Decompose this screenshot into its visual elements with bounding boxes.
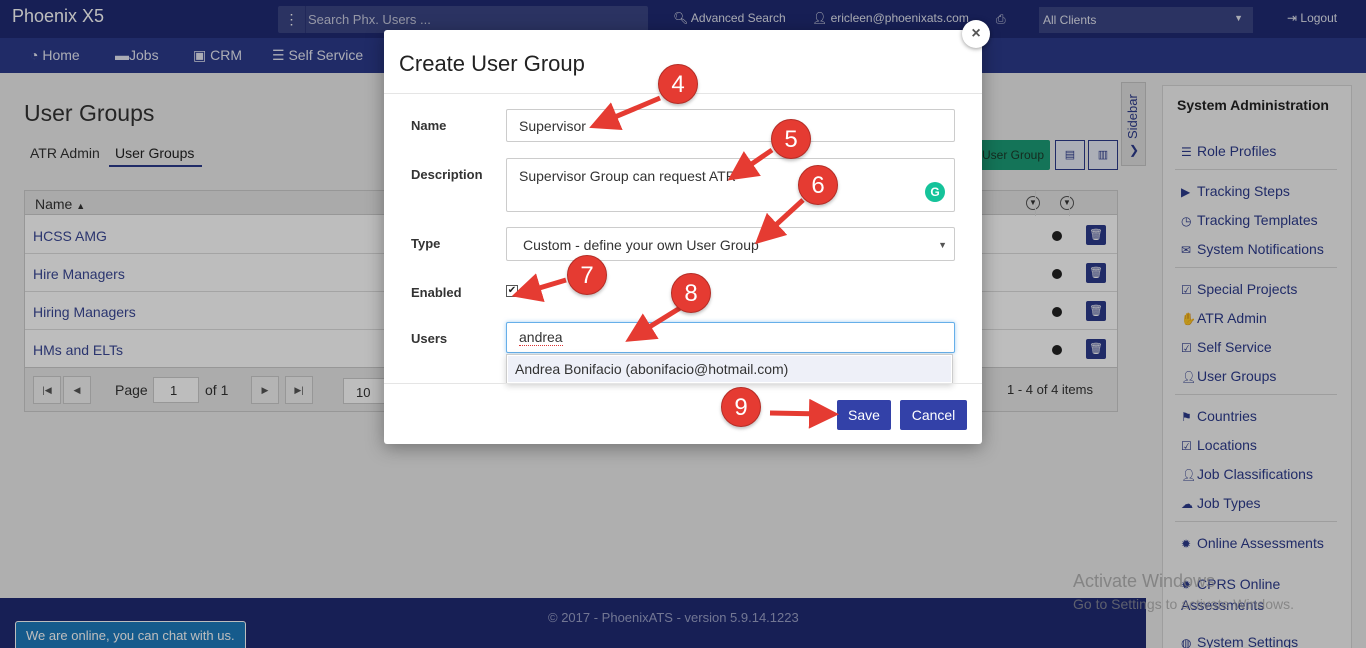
save-button[interactable]: Save	[837, 400, 891, 430]
grammarly-icon[interactable]: G	[925, 182, 945, 202]
users-label: Users	[411, 331, 448, 346]
name-label: Name	[411, 118, 447, 133]
description-field[interactable]: Supervisor Group can request ATR	[506, 158, 955, 212]
step-marker-8: 8	[671, 273, 711, 313]
cancel-button[interactable]: Cancel	[900, 400, 967, 430]
users-input[interactable]: andrea	[506, 322, 955, 353]
step-marker-5: 5	[771, 119, 811, 159]
step-marker-4: 4	[658, 64, 698, 104]
close-icon[interactable]: ×	[962, 20, 990, 48]
name-field[interactable]: Supervisor	[506, 109, 955, 142]
type-select[interactable]: Custom - define your own User Group ▼	[506, 227, 955, 261]
enabled-label: Enabled	[411, 285, 462, 300]
description-label: Description	[411, 167, 483, 182]
autocomplete-option[interactable]: Andrea Bonifacio (abonifacio@hotmail.com…	[508, 356, 951, 382]
step-marker-9: 9	[721, 387, 761, 427]
type-label: Type	[411, 236, 441, 251]
chevron-down-icon: ▼	[938, 240, 947, 250]
users-autocomplete: Andrea Bonifacio (abonifacio@hotmail.com…	[506, 354, 953, 384]
dialog-title: Create User Group	[399, 51, 585, 76]
step-marker-7: 7	[567, 255, 607, 295]
step-marker-6: 6	[798, 165, 838, 205]
divider	[384, 383, 982, 384]
enabled-checkbox[interactable]: ✔	[506, 285, 518, 297]
